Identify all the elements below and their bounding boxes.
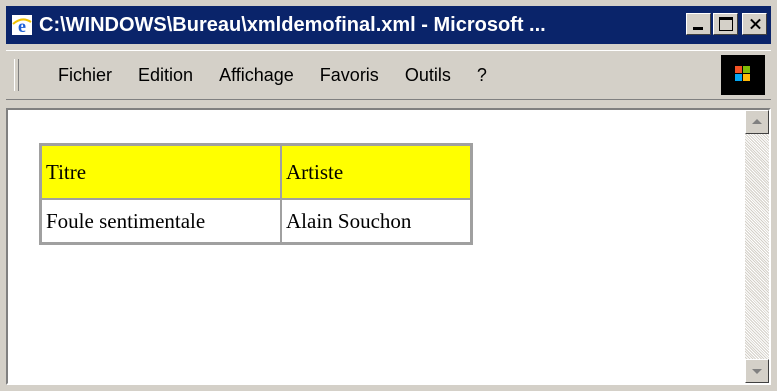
table-header-row: Titre Artiste <box>41 145 471 199</box>
scroll-down-button[interactable] <box>745 359 769 383</box>
table-row: Foule sentimentale Alain Souchon <box>41 199 471 243</box>
cell-artiste: Alain Souchon <box>281 199 471 243</box>
browser-window: e C:\WINDOWS\Bureau\xmldemofinal.xml - M… <box>0 0 777 391</box>
windows-logo-icon <box>721 55 765 95</box>
menu-affichage[interactable]: Affichage <box>217 65 296 86</box>
menu-favoris[interactable]: Favoris <box>318 65 381 86</box>
menu-edition[interactable]: Edition <box>136 65 195 86</box>
close-button[interactable] <box>742 13 767 35</box>
maximize-button[interactable] <box>713 13 738 35</box>
header-titre: Titre <box>41 145 281 199</box>
header-artiste: Artiste <box>281 145 471 199</box>
toolbar-grip[interactable] <box>14 59 19 91</box>
menu-outils[interactable]: Outils <box>403 65 453 86</box>
cell-titre: Foule sentimentale <box>41 199 281 243</box>
minimize-button[interactable] <box>686 13 711 35</box>
scroll-up-button[interactable] <box>745 110 769 134</box>
document-pane[interactable]: Titre Artiste Foule sentimentale Alain S… <box>6 108 771 385</box>
vertical-scrollbar[interactable] <box>745 110 769 383</box>
internet-explorer-icon: e <box>11 14 33 36</box>
menu-bar: Fichier Edition Affichage Favoris Outils… <box>6 50 771 100</box>
xml-data-table: Titre Artiste Foule sentimentale Alain S… <box>39 143 473 245</box>
title-bar[interactable]: e C:\WINDOWS\Bureau\xmldemofinal.xml - M… <box>6 6 771 44</box>
menu-fichier[interactable]: Fichier <box>56 65 114 86</box>
menu-help[interactable]: ? <box>475 65 489 86</box>
window-title: C:\WINDOWS\Bureau\xmldemofinal.xml - Mic… <box>39 13 546 36</box>
